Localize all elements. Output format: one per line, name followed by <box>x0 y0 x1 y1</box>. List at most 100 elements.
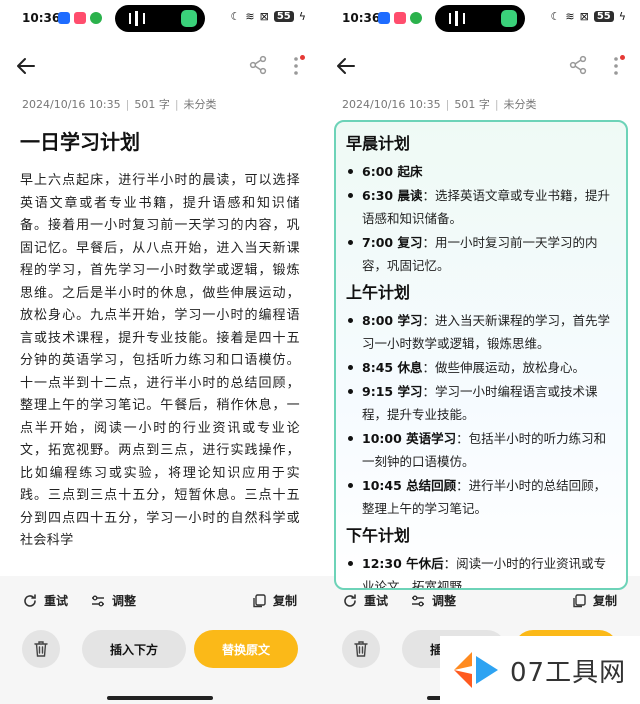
retry-icon <box>24 593 36 607</box>
home-indicator[interactable] <box>107 696 213 700</box>
copy-icon <box>573 593 586 607</box>
sim-icon: ⊠ <box>579 10 589 23</box>
ai-result-card[interactable]: 早晨计划 6:00 起床 6:30 晨读：选择英语文章或专业书籍，提升语感和知识储备… <box>334 120 628 590</box>
share-icon[interactable] <box>248 55 268 75</box>
delete-button[interactable] <box>22 630 60 668</box>
status-icons: ☾ ≋ ⊠ 55 ϟ <box>551 10 627 23</box>
battery-icon: 55 <box>593 11 614 22</box>
app-pill-icon <box>501 10 517 27</box>
sim-icon: ⊠ <box>259 10 269 23</box>
left-screen: 10:36 ☾ ≋ ⊠ 55 ϟ 2024/10/16 10:35 | 501 字 |… <box>0 0 320 704</box>
trash-icon <box>354 641 368 657</box>
plan-item: 10:45 总结回顾：进行半小时的总结回顾，整理上午的学习笔记。 <box>346 474 616 520</box>
plan-item-time: 10:45 总结回顾 <box>362 478 457 493</box>
plan-item-time: 6:30 晨读 <box>362 188 423 203</box>
separator: | <box>445 98 450 111</box>
plan-item: 6:00 起床 <box>346 160 616 183</box>
site-watermark: 07工具网 <box>440 636 640 704</box>
note-title: 一日学习计划 <box>20 130 140 154</box>
plan-item: 9:15 学习：学习一小时编程语言或技术课程，提升专业技能。 <box>346 380 616 426</box>
plan-item: 6:30 晨读：选择英语文章或专业书籍，提升语感和知识储备。 <box>346 184 616 230</box>
ai-tool-row: 重试 调整 复制 <box>320 592 640 614</box>
share-icon[interactable] <box>568 55 588 75</box>
app-notification-icon <box>378 12 390 24</box>
plan-item-time: 9:15 学习 <box>362 384 423 399</box>
plan-section-heading: 早晨计划 <box>346 134 411 153</box>
moon-icon: ☾ <box>230 10 241 23</box>
plan-item-time: 10:00 英语学习 <box>362 431 457 446</box>
app-notification-icon <box>74 12 86 24</box>
separator: | <box>174 98 179 111</box>
note-category[interactable]: 未分类 <box>184 98 217 111</box>
copy-label: 复制 <box>593 594 618 608</box>
plan-item: 8:45 休息：做些伸展运动，放松身心。 <box>346 356 616 379</box>
status-icons: ☾ ≋ ⊠ 55 ϟ <box>231 10 307 23</box>
note-document[interactable]: 一日学习计划 早上六点起床，进行半小时的晨读，可以选择英语文章或者专业书籍，提升… <box>20 126 300 553</box>
charging-icon: ϟ <box>618 10 626 23</box>
screenshot-root: 10:36 ☾ ≋ ⊠ 55 ϟ 2024/10/16 10:35 | 501 字 |… <box>0 0 640 704</box>
retry-icon <box>344 593 356 607</box>
plan-item: 12:30 午休后：阅读一小时的行业资讯或专业论文，拓宽视野。 <box>346 552 616 588</box>
app-pill-icon <box>181 10 197 27</box>
ai-action-bar: 重试 调整 复制 插入下方 替换原文 <box>0 576 320 704</box>
plan-item: 8:00 学习：进入当天新课程的学习，首先学习一小时数学或逻辑，锻炼思维。 <box>346 309 616 355</box>
plan-item-time: 8:00 学习 <box>362 313 423 328</box>
replace-original-button[interactable]: 替换原文 <box>194 630 298 668</box>
back-arrow-icon[interactable] <box>334 54 358 78</box>
ai-tool-row: 重试 调整 复制 <box>0 592 320 614</box>
app-notification-icon <box>394 12 406 24</box>
trash-icon <box>34 641 48 657</box>
copy-button[interactable]: 复制 <box>571 592 617 609</box>
dynamic-island <box>435 5 525 32</box>
action-button-row: 插入下方 替换原文 <box>0 630 320 670</box>
copy-icon <box>253 593 266 607</box>
plan-item-text: ：做些伸展运动，放松身心。 <box>422 360 585 375</box>
plan-item-time: 12:30 午休后 <box>362 556 444 571</box>
copy-label: 复制 <box>273 594 298 608</box>
plan-item: 7:00 复习：用一小时复习前一天学习的内容，巩固记忆。 <box>346 231 616 277</box>
plan-item-list: 8:00 学习：进入当天新课程的学习，首先学习一小时数学或逻辑，锻炼思维。 8:4… <box>346 309 616 520</box>
app-notification-icon <box>58 12 70 24</box>
retry-label: 重试 <box>364 594 389 608</box>
plan-item-list: 6:00 起床 6:30 晨读：选择英语文章或专业书籍，提升语感和知识储备。 7:0… <box>346 160 616 277</box>
plan-item-time: 6:00 起床 <box>362 164 423 179</box>
adjust-button[interactable]: 调整 <box>410 592 456 609</box>
top-bar <box>0 46 320 86</box>
plan-item-list: 12:30 午休后：阅读一小时的行业资讯或专业论文，拓宽视野。 <box>346 552 616 588</box>
adjust-icon <box>92 595 104 606</box>
copy-button[interactable]: 复制 <box>251 592 297 609</box>
plan-section-heading: 上午计划 <box>346 283 411 302</box>
note-datetime: 2024/10/16 10:35 <box>22 98 121 111</box>
adjust-label: 调整 <box>112 594 137 608</box>
note-meta: 2024/10/16 10:35 | 501 字 | 未分类 <box>342 96 537 112</box>
adjust-button[interactable]: 调整 <box>90 592 136 609</box>
separator: | <box>125 98 130 111</box>
back-arrow-icon[interactable] <box>14 54 38 78</box>
note-word-count: 501 字 <box>134 98 170 111</box>
audio-wave-icon <box>449 11 465 26</box>
adjust-label: 调整 <box>432 594 457 608</box>
charging-icon: ϟ <box>298 10 306 23</box>
status-time: 10:36 <box>22 11 61 25</box>
moon-icon: ☾ <box>550 10 561 23</box>
note-category[interactable]: 未分类 <box>504 98 537 111</box>
note-body: 早上六点起床，进行半小时的晨读，可以选择英语文章或者专业书籍，提升语感和知识储备… <box>20 173 300 548</box>
retry-button[interactable]: 重试 <box>342 592 388 609</box>
plan-item-time: 8:45 休息 <box>362 360 423 375</box>
plan-item: 10:00 英语学习：包括半小时的听力练习和一刻钟的口语模仿。 <box>346 427 616 473</box>
delete-button[interactable] <box>342 630 380 668</box>
adjust-icon <box>412 595 424 606</box>
watermark-text: 07工具网 <box>510 657 627 688</box>
insert-below-button[interactable]: 插入下方 <box>82 630 186 668</box>
audio-wave-icon <box>129 11 145 26</box>
separator: | <box>494 98 499 111</box>
plan-section-heading: 下午计划 <box>346 526 411 545</box>
retry-button[interactable]: 重试 <box>22 592 68 609</box>
dynamic-island <box>115 5 205 32</box>
notification-dot <box>620 55 625 60</box>
note-datetime: 2024/10/16 10:35 <box>342 98 441 111</box>
status-bar: 10:36 ☾ ≋ ⊠ 55 ϟ <box>0 0 320 38</box>
retry-label: 重试 <box>44 594 69 608</box>
battery-icon: 55 <box>273 11 294 22</box>
plan-item-time: 7:00 复习 <box>362 235 423 250</box>
